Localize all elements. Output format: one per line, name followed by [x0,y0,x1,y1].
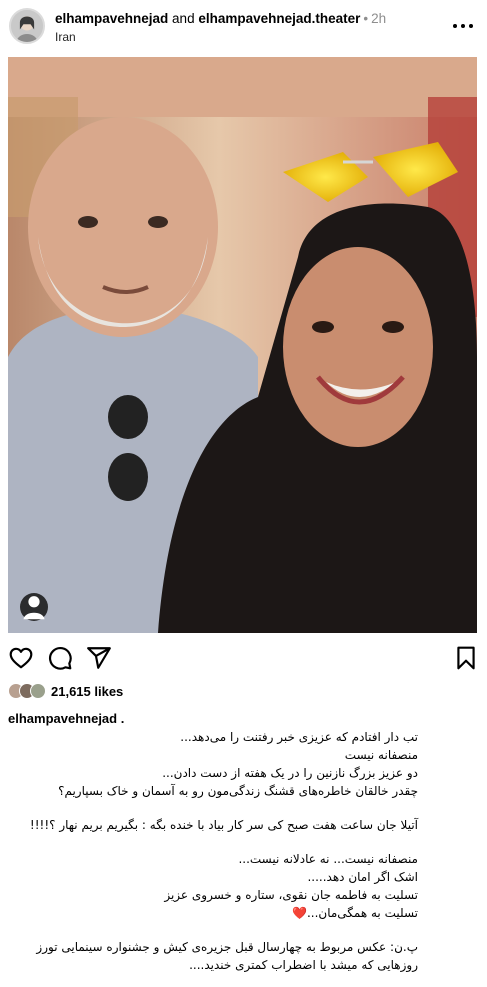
post-photo[interactable] [8,57,477,633]
photo-illustration [8,57,477,633]
heart-emoji: ❤️ [291,906,307,920]
share-icon[interactable] [86,645,112,671]
caption-line-text: تسلیت به همگی‌مان... [306,906,418,920]
caption-line: تسلیت به همگی‌مان...❤️ [0,904,418,922]
bookmark-icon[interactable] [453,645,479,671]
person-glyph [23,596,45,620]
action-bar [0,645,487,673]
heart-shape [9,647,33,669]
caption-line: دو عزیز بزرگ نازنین را در یک هفته از دست… [162,766,418,780]
avatar-image [11,10,43,42]
author-username[interactable]: elhampavehnejad [55,11,168,26]
author-avatar[interactable] [9,8,45,44]
and-text: and [168,11,199,26]
caption-gap [0,800,418,816]
author-line: elhampavehnejad and elhampavehnejad.thea… [55,11,386,26]
caption-text: تب دار افتادم که عزیزی خبر رفتنت را می‌د… [0,728,418,974]
post-location[interactable]: Iran [55,30,76,44]
post-header: elhampavehnejad and elhampavehnejad.thea… [0,0,487,54]
bookmark-shape [457,646,475,670]
liker-avatar[interactable] [30,683,46,699]
separator-dot: • [363,11,369,26]
coauthor-username[interactable]: elhampavehnejad.theater [198,11,360,26]
heart-icon[interactable] [8,645,34,671]
dot [469,24,473,28]
caption-line: چقدر خالقان خاطره‌های قشنگ زندگی‌مون رو … [58,784,418,798]
post-time: 2h [371,11,387,26]
comment-shape [49,647,72,670]
caption-username[interactable]: elhampavehnejad . [8,711,124,726]
caption-line: تسلیت به فاطمه جان نقوی، ستاره و خسروی ع… [164,888,418,902]
dot [461,24,465,28]
share-shape [87,647,111,669]
caption-line: آتیلا جان ساعت هفت صبح کی سر کار بیاد با… [29,818,418,832]
likes-count[interactable]: 21,615 likes [51,684,123,699]
caption-line: اشک اگر امان دهد..... [307,870,418,884]
likes-row: 21,615 likes [8,683,123,699]
caption-gap [0,922,418,938]
more-options-icon[interactable] [453,18,473,34]
caption-line: روزهایی که میشد با اضطراب کمتری خندید...… [189,958,418,972]
comment-icon[interactable] [47,645,73,671]
caption-gap [0,834,418,850]
user-tag-icon[interactable] [20,593,48,621]
caption-line: منصفانه نیست [344,748,418,762]
caption-line: تب دار افتادم که عزیزی خبر رفتنت را می‌د… [180,730,418,744]
dot [453,24,457,28]
caption-line: پ.ن: عکس مربوط به چهارسال قبل جزیره‌ی کی… [36,940,418,954]
caption-line: منصفانه نیست... نه عادلانه نیست... [238,852,418,866]
